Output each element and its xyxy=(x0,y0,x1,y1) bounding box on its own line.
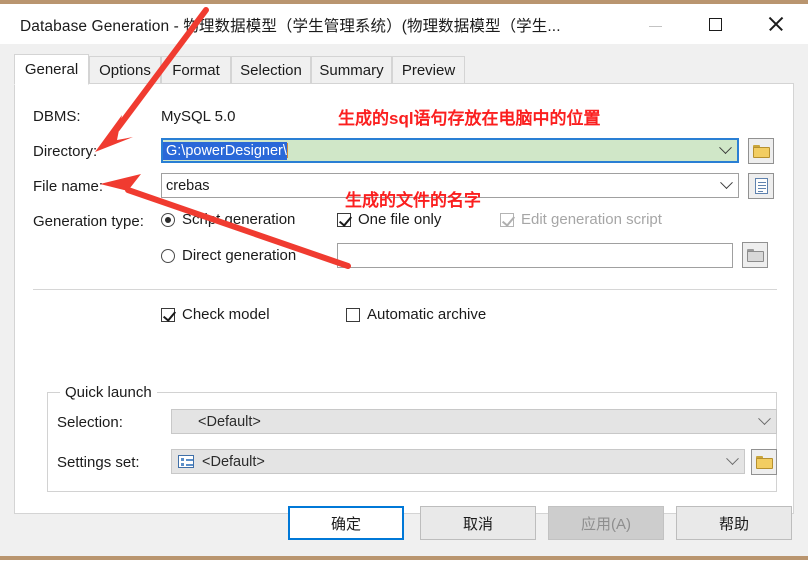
maximize-button[interactable] xyxy=(692,8,738,40)
tab-summary-label: Summary xyxy=(319,62,384,79)
directory-browse-button[interactable] xyxy=(748,138,774,164)
tab-general[interactable]: General xyxy=(14,54,89,85)
maximize-icon xyxy=(708,17,722,31)
tab-format[interactable]: Format xyxy=(161,56,231,84)
direct-generation-browse-button xyxy=(742,242,768,268)
apply-button-label: 应用(A) xyxy=(581,515,631,533)
settings-set-label: Settings set: xyxy=(57,454,140,471)
checkbox-one-file-only-label: One file only xyxy=(358,211,442,228)
cancel-button[interactable]: 取消 xyxy=(420,506,536,540)
checkbox-indicator xyxy=(500,212,514,227)
file-name-label: File name: xyxy=(33,178,104,195)
help-button-label: 帮助 xyxy=(718,515,749,533)
cancel-button-label: 取消 xyxy=(462,515,493,533)
settings-set-dropdown-arrow[interactable] xyxy=(720,450,744,473)
tab-options-label: Options xyxy=(99,62,151,79)
chevron-down-icon xyxy=(718,141,732,155)
checkbox-automatic-archive[interactable]: Automatic archive xyxy=(346,306,486,323)
checkbox-check-model-label: Check model xyxy=(182,306,270,323)
minimize-button[interactable] xyxy=(632,8,678,40)
annotation-filename-note: 生成的文件的名字 xyxy=(345,191,481,210)
quick-launch-title: Quick launch xyxy=(60,384,157,401)
file-name-browse-button[interactable] xyxy=(748,173,774,199)
checkbox-edit-generation-script-label: Edit generation script xyxy=(521,211,662,228)
selection-combo[interactable]: <Default> xyxy=(171,409,777,434)
directory-dropdown-arrow[interactable] xyxy=(713,140,737,161)
radio-indicator xyxy=(161,248,175,263)
minimize-icon xyxy=(648,25,662,28)
directory-value: G:\powerDesigner\ xyxy=(163,141,287,160)
selection-label: Selection: xyxy=(57,414,123,431)
radio-direct-generation[interactable]: Direct generation xyxy=(161,247,296,264)
radio-script-generation[interactable]: Script generation xyxy=(161,211,295,228)
generation-type-label: Generation type: xyxy=(33,213,144,230)
tab-format-label: Format xyxy=(172,62,220,79)
file-name-value: crebas xyxy=(166,177,210,194)
directory-combo[interactable]: G:\powerDesigner\ xyxy=(161,138,739,163)
direct-generation-field[interactable] xyxy=(337,243,733,268)
window-bottom-fill xyxy=(0,560,808,566)
chevron-down-icon xyxy=(725,452,739,466)
tab-preview-label: Preview xyxy=(401,62,456,79)
radio-indicator xyxy=(161,212,175,227)
dbms-label: DBMS: xyxy=(33,108,81,125)
settings-set-browse-button[interactable] xyxy=(751,449,777,475)
checkbox-indicator xyxy=(346,307,360,322)
quick-launch-group: Quick launch xyxy=(47,384,777,492)
file-name-dropdown-arrow[interactable] xyxy=(714,174,738,197)
ok-button[interactable]: 确定 xyxy=(288,506,404,540)
selection-value: <Default> xyxy=(198,413,261,430)
chevron-down-icon xyxy=(719,176,733,190)
apply-button: 应用(A) xyxy=(548,506,664,540)
tab-preview[interactable]: Preview xyxy=(392,56,465,84)
settings-set-combo[interactable]: <Default> xyxy=(171,449,745,474)
help-button[interactable]: 帮助 xyxy=(676,506,792,540)
folder-icon xyxy=(752,144,770,158)
chevron-down-icon xyxy=(757,412,771,426)
text-caret xyxy=(286,143,289,158)
folder-disabled-icon xyxy=(746,248,764,262)
radio-direct-generation-label: Direct generation xyxy=(182,247,297,264)
checkbox-one-file-only[interactable]: One file only xyxy=(337,211,441,228)
dbms-value: MySQL 5.0 xyxy=(161,108,236,125)
checkbox-indicator xyxy=(161,307,175,322)
checkbox-edit-generation-script: Edit generation script xyxy=(500,211,662,228)
document-icon xyxy=(754,178,768,194)
tab-selection[interactable]: Selection xyxy=(231,56,311,84)
radio-script-generation-label: Script generation xyxy=(182,211,296,228)
checkbox-indicator xyxy=(337,212,351,227)
close-button[interactable] xyxy=(752,8,798,40)
tab-strip: General Options Format Selection Summary… xyxy=(14,54,794,85)
ok-button-label: 确定 xyxy=(330,515,361,533)
close-icon xyxy=(767,16,783,32)
tab-general-label: General xyxy=(24,61,79,78)
settings-set-value: <Default> xyxy=(202,453,265,470)
selection-dropdown-arrow[interactable] xyxy=(752,410,776,433)
checkbox-check-model[interactable]: Check model xyxy=(161,306,270,323)
title-bar: Database Generation - 物理数据模型（学生管理系统）(物理数… xyxy=(0,4,808,44)
list-settings-icon xyxy=(178,455,194,468)
tab-selection-label: Selection xyxy=(240,62,302,79)
annotation-directory-note: 生成的sql语句存放在电脑中的位置 xyxy=(338,109,601,128)
section-divider xyxy=(33,289,777,290)
tab-summary[interactable]: Summary xyxy=(311,56,392,84)
directory-label: Directory: xyxy=(33,143,98,160)
tab-options[interactable]: Options xyxy=(89,56,161,84)
checkbox-automatic-archive-label: Automatic archive xyxy=(367,306,487,323)
window-title: Database Generation - 物理数据模型（学生管理系统）(物理数… xyxy=(20,18,561,35)
database-generation-dialog: Database Generation - 物理数据模型（学生管理系统）(物理数… xyxy=(0,0,808,566)
folder-icon xyxy=(755,455,773,469)
general-tab-panel: DBMS: MySQL 5.0 Directory: G:\powerDesig… xyxy=(14,83,794,514)
